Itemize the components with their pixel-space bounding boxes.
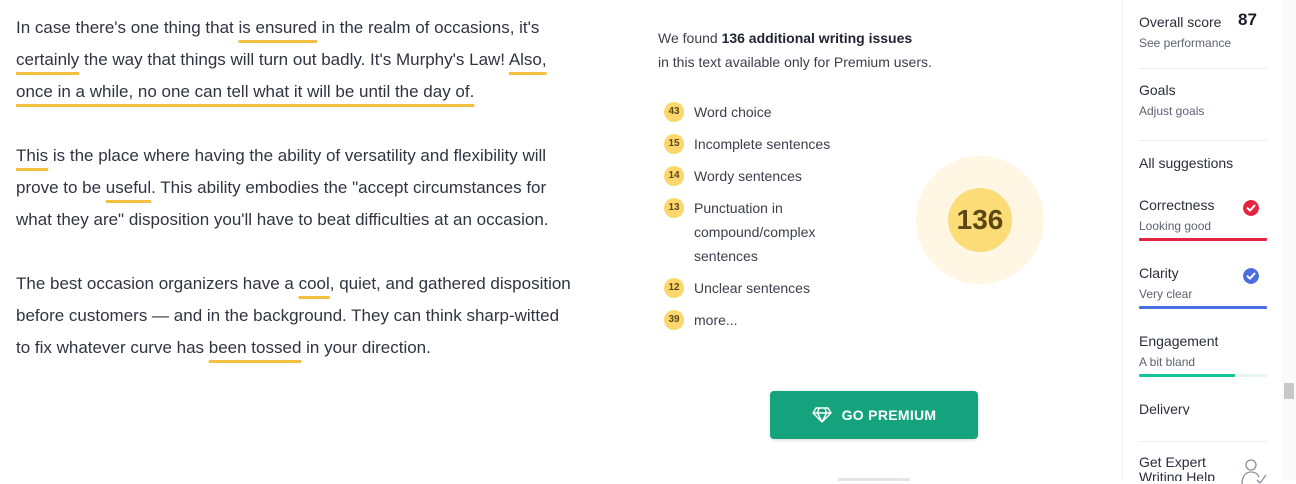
category-engagement[interactable]: Engagement A bit bland — [1139, 331, 1267, 371]
goals-block[interactable]: Goals Adjust goals — [1139, 80, 1267, 120]
scores-sidebar: Overall score See performance 87 Goals A… — [1122, 0, 1275, 484]
diamond-icon — [811, 407, 832, 423]
divider — [1139, 68, 1267, 69]
check-circle-icon — [1243, 200, 1259, 216]
found-prefix: We found — [658, 30, 722, 46]
category-clarity[interactable]: Clarity Very clear — [1139, 263, 1267, 303]
text-span: the way that things will turn out badly.… — [79, 50, 509, 69]
total-issues-ring: 136 — [916, 156, 1044, 284]
text-span: in your direction. — [301, 338, 431, 357]
suggestion-underline[interactable]: cool — [299, 274, 330, 293]
paragraph-3: The best occasion organizers have a cool… — [16, 268, 576, 364]
issue-count-badge: 15 — [664, 134, 684, 154]
scrollbar-thumb[interactable] — [1284, 383, 1294, 399]
category-status: Very clear — [1139, 287, 1193, 301]
scrollbar[interactable] — [1282, 0, 1296, 481]
go-premium-button[interactable]: GO PREMIUM — [770, 391, 978, 439]
issue-count-badge: 39 — [664, 310, 684, 330]
suggestion-underline[interactable]: This — [16, 146, 48, 165]
paragraph-2: This is the place where having the abili… — [16, 140, 576, 236]
issue-item[interactable]: 43 Word choice — [664, 100, 884, 124]
issue-item[interactable]: 14 Wordy sentences — [664, 164, 884, 188]
expert-help-link[interactable]: Get Expert Writing Help — [1139, 455, 1231, 481]
clarity-bar — [1139, 306, 1267, 309]
issue-count-badge: 13 — [664, 198, 684, 218]
editor-text[interactable]: In case there's one thing that is ensure… — [16, 12, 576, 396]
issue-item[interactable]: 15 Incomplete sentences — [664, 132, 884, 156]
see-performance-link[interactable]: See performance — [1139, 34, 1267, 52]
issue-label: Punctuation in compound/complex sentence… — [694, 200, 816, 264]
category-status: A bit bland — [1139, 355, 1196, 369]
divider — [1139, 140, 1267, 141]
category-label: Delivery — [1139, 401, 1190, 415]
goals-label: Goals — [1139, 82, 1176, 98]
all-suggestions-tab[interactable]: All suggestions — [1139, 153, 1267, 173]
suggestion-underline[interactable]: been tossed — [209, 338, 302, 357]
expert-help-label: Get Expert Writing Help — [1139, 455, 1215, 481]
category-label: Engagement — [1139, 333, 1219, 349]
engagement-bar-fill — [1139, 374, 1235, 377]
category-correctness[interactable]: Correctness Looking good — [1139, 195, 1267, 235]
divider — [1139, 441, 1267, 442]
text-span: The best occasion organizers have a — [16, 274, 299, 293]
issue-count-badge: 12 — [664, 278, 684, 298]
issue-list: 43 Word choice 15 Incomplete sentences 1… — [664, 100, 884, 340]
found-count: 136 additional writing issues — [721, 30, 913, 46]
issue-label: Unclear sentences — [694, 280, 810, 296]
issue-item[interactable]: 12 Unclear sentences — [664, 276, 884, 300]
go-premium-label: GO PREMIUM — [841, 407, 937, 423]
check-circle-icon — [1243, 268, 1259, 284]
suggestion-underline[interactable]: certainly — [16, 50, 79, 69]
correctness-bar — [1139, 238, 1267, 241]
person-icon — [1241, 459, 1267, 484]
issue-label: Word choice — [694, 104, 772, 120]
issue-item-more[interactable]: 39 more... — [664, 308, 884, 332]
category-status: Looking good — [1139, 219, 1212, 233]
found-suffix: in this text available only for Premium … — [658, 54, 932, 70]
suggestion-underline[interactable]: useful — [106, 178, 151, 197]
issue-label: Incomplete sentences — [694, 136, 831, 152]
issue-label: Wordy sentences — [694, 168, 802, 184]
category-delivery[interactable]: Delivery — [1139, 399, 1267, 415]
overall-score-value: 87 — [1238, 10, 1257, 29]
issue-label: more... — [694, 312, 738, 328]
found-issues-text: We found 136 additional writing issues i… — [658, 26, 932, 74]
all-suggestions-label: All suggestions — [1139, 155, 1234, 171]
issue-count-badge: 14 — [664, 166, 684, 186]
total-issues-count: 136 — [948, 188, 1012, 252]
issue-count-badge: 43 — [664, 102, 684, 122]
issue-item[interactable]: 13 Punctuation in compound/complex sente… — [664, 196, 844, 268]
text-span: In case there's one thing that — [16, 18, 239, 37]
adjust-goals-link[interactable]: Adjust goals — [1139, 102, 1267, 120]
paragraph-1: In case there's one thing that is ensure… — [16, 12, 576, 108]
text-span: in the realm of occasions, it's — [316, 18, 540, 37]
suggestion-underline[interactable]: is ensured — [239, 18, 317, 37]
